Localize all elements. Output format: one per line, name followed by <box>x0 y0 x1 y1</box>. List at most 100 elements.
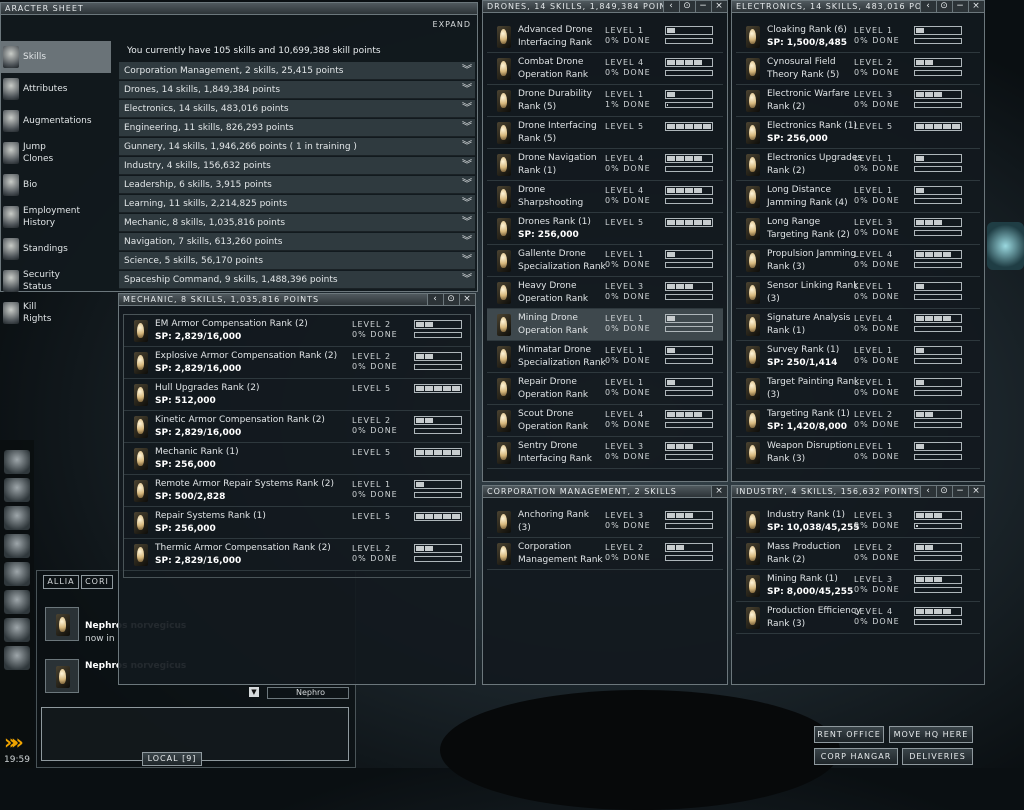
skill-row[interactable]: Sentry Drone Interfacing RankLEVEL 30% D… <box>487 437 723 469</box>
skill-row[interactable]: Gallente Drone Specialization RankLEVEL … <box>487 245 723 277</box>
skill-row[interactable]: Explosive Armor Compensation Rank (2) SP… <box>124 347 470 379</box>
sidebar-item-kill-rights[interactable]: Kill Rights <box>1 297 111 329</box>
skill-row[interactable]: EM Armor Compensation Rank (2) SP: 2,829… <box>124 315 470 347</box>
chat-tab-corp[interactable]: CORI <box>81 575 113 589</box>
skill-row[interactable]: Cloaking Rank (6) SP: 1,500/8,485LEVEL 1… <box>736 21 980 53</box>
chevron-down-icon[interactable]: ︾ <box>462 271 472 289</box>
minimize-icon[interactable]: − <box>952 1 968 13</box>
skill-row[interactable]: Drone SharpshootingLEVEL 40% DONE <box>487 181 723 213</box>
expand-arrows-icon[interactable]: »» <box>4 730 18 754</box>
close-icon[interactable]: × <box>968 486 984 498</box>
sidebar-item-skills[interactable]: Skills <box>1 41 111 73</box>
corpmgmt-titlebar[interactable]: CORPORATION MANAGEMENT, 2 SKILLS × <box>483 486 727 498</box>
minimize-button[interactable]: ‹ <box>920 486 936 498</box>
chat-member-name[interactable]: Nephro <box>267 687 349 699</box>
close-icon[interactable]: × <box>968 1 984 13</box>
mechanic-titlebar[interactable]: MECHANIC, 8 SKILLS, 1,035,816 POINTS ‹⊙× <box>119 294 475 306</box>
chat-avatar-1[interactable] <box>45 607 79 641</box>
expand-label[interactable]: EXPAND <box>433 20 471 29</box>
skill-row[interactable]: Electronic Warfare Rank (2)LEVEL 30% DON… <box>736 85 980 117</box>
neocom-icon-1[interactable] <box>4 450 30 474</box>
skill-row[interactable]: Mining Drone Operation RankLEVEL 10% DON… <box>487 309 723 341</box>
chat-tab-alliance[interactable]: ALLIA <box>43 575 79 589</box>
move-hq-button[interactable]: MOVE HQ HERE <box>889 726 973 743</box>
skill-row[interactable]: Drone Durability Rank (5)LEVEL 11% DONE <box>487 85 723 117</box>
skill-row[interactable]: Corporation Management RankLEVEL 20% DON… <box>487 538 723 570</box>
chevron-down-icon[interactable]: ︾ <box>462 81 472 99</box>
chevron-down-icon[interactable]: ︾ <box>462 214 472 232</box>
skill-row[interactable]: Drone Interfacing Rank (5)LEVEL 5 <box>487 117 723 149</box>
skill-row[interactable]: Weapon Disruption Rank (3)LEVEL 10% DONE <box>736 437 980 469</box>
settings-icon[interactable]: ⊙ <box>936 1 952 13</box>
neocom-icon-7[interactable] <box>4 618 30 642</box>
drones-titlebar[interactable]: DRONES, 14 SKILLS, 1,849,384 POINTS ‹⊙−× <box>483 1 727 13</box>
skill-group-row[interactable]: Engineering, 11 skills, 826,293 points︾ <box>119 119 475 137</box>
skill-row[interactable]: Industry Rank (1) SP: 10,038/45,255LEVEL… <box>736 506 980 538</box>
industry-titlebar[interactable]: INDUSTRY, 4 SKILLS, 156,632 POINTS ‹⊙−× <box>732 486 984 498</box>
chat-avatar-2[interactable] <box>45 659 79 693</box>
neocom-icon-8[interactable] <box>4 646 30 670</box>
sidebar-item-jump-clones[interactable]: Jump Clones <box>1 137 111 169</box>
skill-row[interactable]: Mining Rank (1) SP: 8,000/45,255LEVEL 30… <box>736 570 980 602</box>
skill-row[interactable]: Mass Production Rank (2)LEVEL 20% DONE <box>736 538 980 570</box>
settings-icon[interactable]: ⊙ <box>443 294 459 306</box>
skill-row[interactable]: Electronics Rank (1) SP: 256,000LEVEL 5 <box>736 117 980 149</box>
skill-row[interactable]: Long Range Targeting Rank (2)LEVEL 30% D… <box>736 213 980 245</box>
skill-group-row[interactable]: Drones, 14 skills, 1,849,384 points︾ <box>119 81 475 99</box>
skill-row[interactable]: Sensor Linking Rank (3)LEVEL 10% DONE <box>736 277 980 309</box>
skill-group-row[interactable]: Learning, 11 skills, 2,214,825 points︾ <box>119 195 475 213</box>
skill-row[interactable]: Target Painting Rank (3)LEVEL 10% DONE <box>736 373 980 405</box>
skill-group-row[interactable]: Industry, 4 skills, 156,632 points︾ <box>119 157 475 175</box>
skill-row[interactable]: Remote Armor Repair Systems Rank (2) SP:… <box>124 475 470 507</box>
skill-row[interactable]: Combat Drone Operation RankLEVEL 40% DON… <box>487 53 723 85</box>
skill-row[interactable]: Repair Systems Rank (1) SP: 256,000LEVEL… <box>124 507 470 539</box>
skill-row[interactable]: Drones Rank (1) SP: 256,000LEVEL 5 <box>487 213 723 245</box>
rent-office-button[interactable]: RENT OFFICE <box>814 726 884 743</box>
skill-group-row[interactable]: Mechanic, 8 skills, 1,035,816 points︾ <box>119 214 475 232</box>
skill-row[interactable]: Heavy Drone Operation RankLEVEL 30% DONE <box>487 277 723 309</box>
chevron-down-icon[interactable]: ︾ <box>462 100 472 118</box>
skill-row[interactable]: Repair Drone Operation RankLEVEL 10% DON… <box>487 373 723 405</box>
chevron-down-icon[interactable]: ︾ <box>462 195 472 213</box>
neocom-icon-3[interactable] <box>4 506 30 530</box>
neocom-icon-2[interactable] <box>4 478 30 502</box>
sidebar-item-standings[interactable]: Standings <box>1 233 111 265</box>
chevron-down-icon[interactable]: ︾ <box>462 157 472 175</box>
sidebar-item-employment-history[interactable]: Employment History <box>1 201 111 233</box>
neocom-icon-6[interactable] <box>4 590 30 614</box>
chevron-down-icon[interactable]: ︾ <box>462 62 472 80</box>
local-chat-tab[interactable]: LOCAL [9] <box>142 752 202 766</box>
sidebar-item-security-status[interactable]: Security Status <box>1 265 111 297</box>
close-icon[interactable]: × <box>711 1 727 13</box>
skill-row[interactable]: Advanced Drone Interfacing RankLEVEL 10%… <box>487 21 723 53</box>
close-icon[interactable]: × <box>711 486 727 498</box>
chevron-down-icon[interactable]: ︾ <box>462 233 472 251</box>
corp-hangar-button[interactable]: CORP HANGAR <box>814 748 898 765</box>
deliveries-button[interactable]: DELIVERIES <box>902 748 973 765</box>
minimize-icon[interactable]: − <box>695 1 711 13</box>
skill-row[interactable]: Hull Upgrades Rank (2) SP: 512,000LEVEL … <box>124 379 470 411</box>
skill-group-row[interactable]: Leadership, 6 skills, 3,915 points︾ <box>119 176 475 194</box>
skill-group-row[interactable]: Gunnery, 14 skills, 1,946,266 points ( 1… <box>119 138 475 156</box>
skill-group-row[interactable]: Electronics, 14 skills, 483,016 points︾ <box>119 100 475 118</box>
character-sheet-titlebar[interactable]: ARACTER SHEET <box>1 3 477 15</box>
chevron-down-icon[interactable]: ︾ <box>462 138 472 156</box>
skill-row[interactable]: Thermic Armor Compensation Rank (2) SP: … <box>124 539 470 571</box>
skill-group-row[interactable]: Science, 5 skills, 56,170 points︾ <box>119 252 475 270</box>
skill-row[interactable]: Minmatar Drone Specialization RankLEVEL … <box>487 341 723 373</box>
neocom-icon-5[interactable] <box>4 562 30 586</box>
skill-row[interactable]: Anchoring Rank (3)LEVEL 30% DONE <box>487 506 723 538</box>
skill-row[interactable]: Drone Navigation Rank (1)LEVEL 40% DONE <box>487 149 723 181</box>
skill-group-row[interactable]: Spaceship Command, 9 skills, 1,488,396 p… <box>119 271 475 289</box>
skill-row[interactable]: Propulsion Jamming Rank (3)LEVEL 40% DON… <box>736 245 980 277</box>
skill-row[interactable]: Scout Drone Operation RankLEVEL 40% DONE <box>487 405 723 437</box>
sidebar-item-bio[interactable]: Bio <box>1 169 111 201</box>
chevron-down-icon[interactable]: ︾ <box>462 252 472 270</box>
chevron-down-icon[interactable]: ︾ <box>462 119 472 137</box>
minimize-icon[interactable]: − <box>952 486 968 498</box>
skill-row[interactable]: Electronics Upgrades Rank (2)LEVEL 10% D… <box>736 149 980 181</box>
neocom-icon-4[interactable] <box>4 534 30 558</box>
settings-icon[interactable]: ⊙ <box>936 486 952 498</box>
skill-row[interactable]: Survey Rank (1) SP: 250/1,414LEVEL 10% D… <box>736 341 980 373</box>
skill-row[interactable]: Mechanic Rank (1) SP: 256,000LEVEL 5 <box>124 443 470 475</box>
